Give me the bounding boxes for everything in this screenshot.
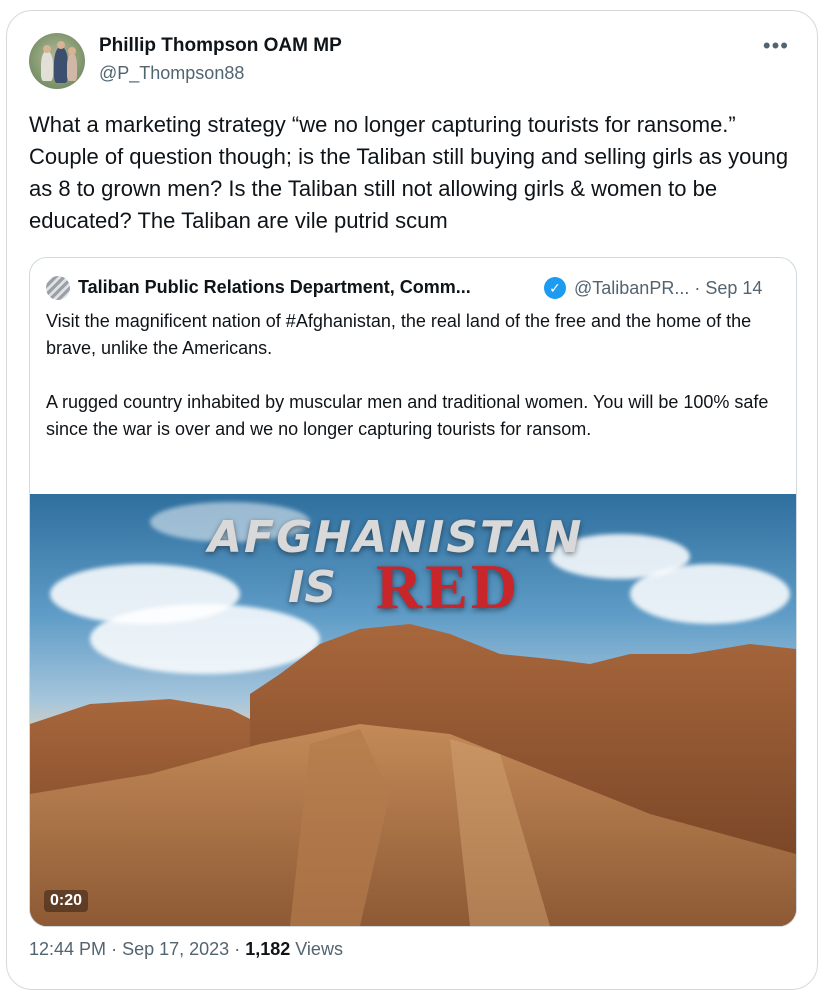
quoted-author-name[interactable]: Taliban Public Relations Department, Com… xyxy=(78,277,471,298)
tweet-text: What a marketing strategy “we no longer … xyxy=(29,112,789,233)
separator-dot: · xyxy=(234,939,246,959)
tweet-date[interactable]: Sep 17, 2023 xyxy=(122,939,229,959)
more-options-icon[interactable]: ••• xyxy=(763,33,789,59)
video-title-red: RED xyxy=(376,551,521,622)
separator-dot: · xyxy=(111,939,123,959)
quoted-paragraph-2: A rugged country inhabited by muscular m… xyxy=(46,392,769,439)
quoted-tweet-text: Visit the magnificent nation of #Afghani… xyxy=(46,308,786,443)
views-label: Views xyxy=(295,939,343,959)
views-count: 1,182 xyxy=(245,939,291,959)
quoted-tweet[interactable]: Taliban Public Relations Department, Com… xyxy=(29,257,797,927)
video-duration: 0:20 xyxy=(44,890,89,912)
author-display-name[interactable]: Phillip Thompson OAM MP xyxy=(99,35,342,57)
verified-check-icon: ✓ xyxy=(544,277,566,299)
quoted-author-meta[interactable]: @TalibanPR... · Sep 14 xyxy=(574,278,762,299)
quoted-author-avatar[interactable] xyxy=(46,276,70,300)
video-title-is: IS xyxy=(288,562,337,613)
tweet-metadata: 12:44 PM · Sep 17, 2023 · 1,182 Views xyxy=(29,939,343,960)
quoted-paragraph-1: Visit the magnificent nation of #Afghani… xyxy=(46,311,752,358)
tweet-card: Phillip Thompson OAM MP @P_Thompson88 ••… xyxy=(6,10,818,990)
author-avatar[interactable] xyxy=(29,33,85,89)
tweet-time[interactable]: 12:44 PM xyxy=(29,939,106,959)
author-handle[interactable]: @P_Thompson88 xyxy=(99,63,244,84)
video-thumbnail[interactable]: AFGHANISTAN IS RED 0:20 xyxy=(30,494,796,926)
